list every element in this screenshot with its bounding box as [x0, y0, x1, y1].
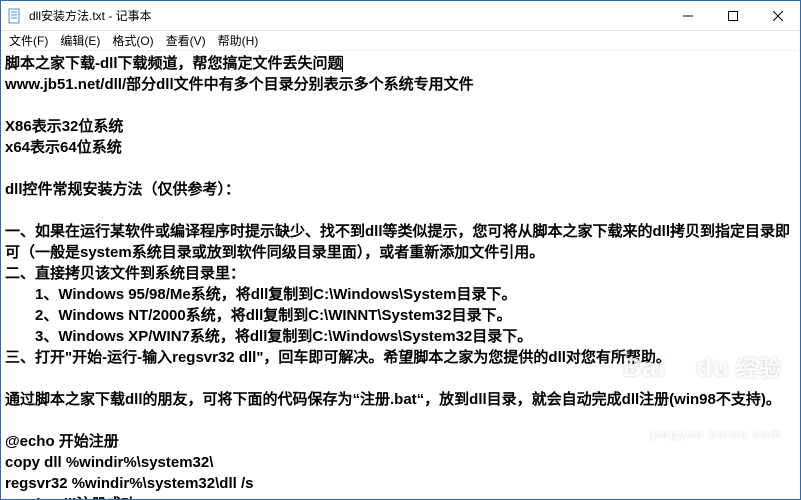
- titlebar: dll安装方法.txt - 记事本: [1, 1, 800, 31]
- doc-line: 二、直接拷贝该文件到系统目录里：: [5, 265, 245, 282]
- menu-edit-label: 编辑(E): [60, 34, 100, 48]
- watermark-url: jingyan.baidu.com: [623, 428, 782, 443]
- minimize-icon: [683, 11, 693, 21]
- doc-line: @echo dll注册成功: [5, 496, 136, 499]
- doc-line: dll控件常规安装方法（仅供参考）：: [5, 181, 240, 198]
- menu-view-label: 查看(V): [166, 34, 206, 48]
- maximize-button[interactable]: [710, 1, 755, 30]
- menu-help[interactable]: 帮助(H): [212, 31, 265, 50]
- doc-line: copy dll %windir%\system32\: [5, 454, 213, 471]
- close-icon: [773, 11, 783, 21]
- menu-file[interactable]: 文件(F): [3, 31, 54, 50]
- maximize-icon: [728, 11, 738, 21]
- doc-line: X86表示32位系统: [5, 118, 123, 135]
- text-caret: [342, 56, 343, 72]
- doc-line: @echo 开始注册: [5, 433, 119, 450]
- doc-line: 通过脚本之家下载dll的朋友，可将下面的代码保存为“注册.bat“，放到dll目…: [5, 391, 781, 408]
- notepad-icon: [7, 8, 23, 24]
- text-area[interactable]: 脚本之家下载-dll下载频道，帮您搞定文件丢失问题 www.jb51.net/d…: [1, 51, 800, 499]
- doc-line: 脚本之家下载-dll下载频道，帮您搞定文件丢失问题: [5, 55, 343, 72]
- menu-help-label: 帮助(H): [218, 34, 259, 48]
- doc-line: www.jb51.net/dll/部分dll文件中有多个目录分别表示多个系统专用…: [5, 76, 474, 93]
- menubar: 文件(F) 编辑(E) 格式(O) 查看(V) 帮助(H): [1, 31, 800, 51]
- doc-line: regsvr32 %windir%\system32\dll /s: [5, 475, 253, 492]
- watermark-brand-du: du: [696, 349, 730, 385]
- menu-edit[interactable]: 编辑(E): [54, 31, 106, 50]
- menu-view[interactable]: 查看(V): [160, 31, 212, 50]
- watermark-brand-cn: 经验: [736, 354, 782, 385]
- doc-line: 一、如果在运行某软件或编译程序时提示缺少、找不到dll等类似提示，您可将从脚本之…: [5, 223, 790, 261]
- doc-line: 2、Windows NT/2000系统，将dll复制到C:\WINNT\Syst…: [5, 307, 512, 324]
- window-title: dll安装方法.txt - 记事本: [29, 7, 152, 24]
- doc-line: 1、Windows 95/98/Me系统，将dll复制到C:\Windows\S…: [5, 286, 516, 303]
- doc-line: x64表示64位系统: [5, 139, 122, 156]
- menu-file-label: 文件(F): [9, 34, 48, 48]
- menu-format-label: 格式(O): [112, 34, 153, 48]
- minimize-button[interactable]: [665, 1, 710, 30]
- app-window: dll安装方法.txt - 记事本 文件(F) 编辑(E) 格式(O) 查看(V…: [0, 0, 801, 500]
- close-button[interactable]: [755, 1, 800, 30]
- paw-icon: [672, 358, 690, 376]
- doc-line: 三、打开"开始-运行-输入regsvr32 dll"，回车即可解决。希望脚本之家…: [5, 349, 671, 366]
- menu-format[interactable]: 格式(O): [106, 31, 159, 50]
- doc-line: 3、Windows XP/WIN7系统，将dll复制到C:\Windows\Sy…: [5, 328, 532, 345]
